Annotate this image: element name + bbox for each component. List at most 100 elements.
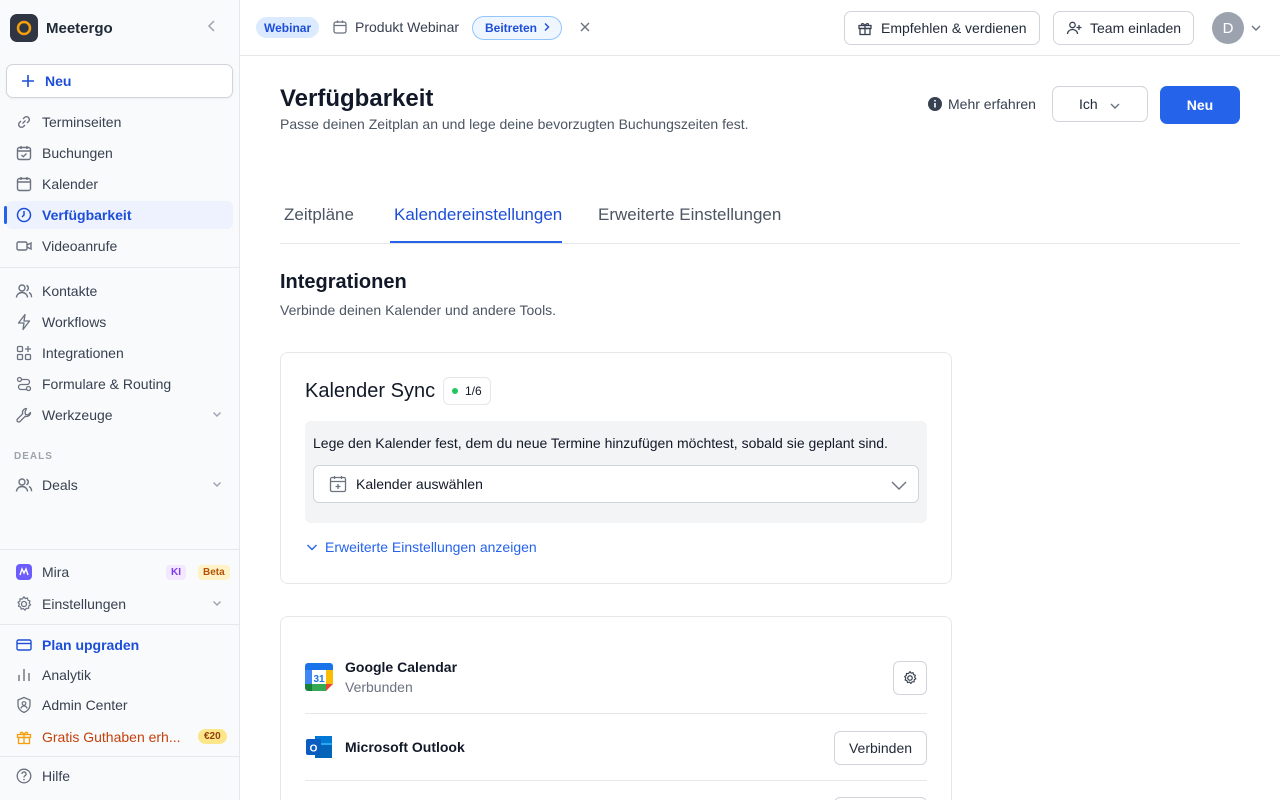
- owner-select[interactable]: Ich: [1052, 86, 1148, 122]
- sidebar-item-analytik[interactable]: Analytik: [6, 661, 233, 689]
- collapse-sidebar-icon[interactable]: [204, 18, 220, 37]
- status-dot: [452, 388, 458, 394]
- sidebar-item-gratis-guthaben[interactable]: Gratis Guthaben erh... €20: [6, 723, 233, 751]
- sidebar-item-einstellungen[interactable]: Einstellungen: [6, 590, 233, 618]
- sidebar-divider: [0, 267, 239, 268]
- bar-chart-icon: [14, 665, 34, 685]
- sidebar-item-label: Einstellungen: [42, 596, 127, 612]
- tab-kalendereinstellungen[interactable]: Kalendereinstellungen: [394, 205, 562, 225]
- users-icon: [14, 281, 34, 301]
- chevron-down-icon: [211, 596, 223, 612]
- sidebar-divider: [0, 624, 239, 625]
- more-info-label: Mehr erfahren: [948, 96, 1036, 112]
- sidebar-item-label: Formulare & Routing: [42, 376, 172, 392]
- wrench-icon: [14, 405, 34, 425]
- advanced-link-label: Erweiterte Einstellungen anzeigen: [325, 539, 537, 555]
- invite-team-label: Team einladen: [1090, 20, 1182, 36]
- row-divider: [305, 780, 927, 781]
- routing-icon: [14, 374, 34, 394]
- outlook-logo-text: O: [310, 744, 318, 755]
- sidebar-item-kalender[interactable]: Kalender: [6, 170, 233, 198]
- chevron-down-icon[interactable]: [1250, 21, 1262, 37]
- beta-badge: Beta: [198, 565, 230, 580]
- calendar-select[interactable]: Kalender auswählen: [313, 465, 919, 503]
- row-divider: [305, 713, 927, 714]
- credit-badge: €20: [198, 729, 227, 744]
- sidebar-item-verfuegbarkeit[interactable]: Verfügbarkeit: [4, 201, 233, 229]
- brand-name: Meetergo: [46, 19, 113, 37]
- topbar: Webinar Produkt Webinar Beitreten Empfeh…: [240, 0, 1280, 56]
- sidebar-item-label: Gratis Guthaben erh...: [42, 729, 181, 745]
- sidebar-item-label: Workflows: [42, 314, 107, 330]
- sidebar-item-plan-upgraden[interactable]: Plan upgraden: [6, 631, 233, 659]
- sidebar-item-label: Plan upgraden: [42, 637, 140, 653]
- refer-earn-button[interactable]: Empfehlen & verdienen: [844, 11, 1040, 45]
- calendar-select-value: Kalender auswählen: [356, 476, 483, 492]
- calendar-sync-title: Kalender Sync: [305, 380, 436, 402]
- invite-team-button[interactable]: Team einladen: [1053, 11, 1195, 45]
- connect-outlook-button[interactable]: Verbinden: [834, 731, 927, 765]
- calendar-check-icon: [14, 143, 34, 163]
- info-icon: [928, 97, 942, 111]
- sidebar-item-videoanrufe[interactable]: Videoanrufe: [6, 232, 233, 260]
- webinar-name: Produkt Webinar: [355, 19, 460, 35]
- calendar-icon: [332, 19, 348, 38]
- link-icon: [14, 112, 34, 132]
- tab-erweiterte-einstellungen[interactable]: Erweiterte Einstellungen: [598, 205, 781, 225]
- tab-zeitplaene[interactable]: Zeitpläne: [284, 205, 354, 225]
- microsoft-outlook-icon: O: [305, 733, 333, 764]
- sidebar-item-hilfe[interactable]: Hilfe: [6, 762, 233, 790]
- sidebar-item-label: Integrationen: [42, 345, 124, 361]
- sidebar-item-label: Mira: [42, 564, 70, 580]
- calendar-icon: [14, 174, 34, 194]
- sidebar-item-formulare-routing[interactable]: Formulare & Routing: [6, 370, 233, 398]
- join-webinar-button[interactable]: Beitreten: [472, 16, 563, 40]
- sidebar-item-werkzeuge[interactable]: Werkzeuge: [6, 401, 233, 429]
- sidebar-item-label: Deals: [42, 477, 78, 493]
- video-icon: [14, 236, 34, 256]
- chevron-down-icon: [305, 540, 319, 554]
- sidebar-item-kontakte[interactable]: Kontakte: [6, 277, 233, 305]
- tabs: Zeitpläne Kalendereinstellungen Erweiter…: [280, 196, 1240, 244]
- user-plus-icon: [1066, 20, 1082, 36]
- page-title: Verfügbarkeit: [280, 85, 434, 112]
- webinar-badge: Webinar: [256, 17, 320, 38]
- chevron-down-icon: [890, 476, 908, 497]
- show-advanced-settings-link[interactable]: Erweiterte Einstellungen anzeigen: [305, 539, 537, 555]
- brand[interactable]: Meetergo: [10, 13, 230, 43]
- sidebar-item-deals[interactable]: Deals: [6, 471, 233, 499]
- new-button[interactable]: Neu: [6, 64, 233, 98]
- join-label: Beitreten: [485, 21, 538, 35]
- meetergo-logo: [10, 14, 38, 42]
- refer-earn-label: Empfehlen & verdienen: [881, 20, 1027, 36]
- new-button-label: Neu: [45, 73, 72, 89]
- sidebar-item-integrationen[interactable]: Integrationen: [6, 339, 233, 367]
- close-icon[interactable]: [579, 20, 591, 36]
- google-calendar-settings-button[interactable]: [893, 661, 927, 695]
- integration-name: Google Calendar: [345, 659, 458, 675]
- integration-name: Microsoft Outlook: [345, 739, 465, 755]
- help-icon: [14, 766, 34, 786]
- sidebar-item-workflows[interactable]: Workflows: [6, 308, 233, 336]
- chevron-down-icon: [211, 407, 223, 423]
- new-schedule-button[interactable]: Neu: [1160, 86, 1240, 124]
- integrations-list-card: 31 Google Calendar Verbunden O Microsoft…: [280, 616, 952, 800]
- sidebar-item-label: Admin Center: [42, 697, 128, 713]
- sidebar-item-admin-center[interactable]: Admin Center: [6, 691, 233, 719]
- sidebar-item-mira[interactable]: Mira KI Beta: [6, 558, 233, 586]
- sidebar-divider: [0, 549, 239, 550]
- google-calendar-icon: 31: [305, 663, 333, 694]
- more-info-link[interactable]: Mehr erfahren: [928, 96, 1036, 112]
- sidebar-item-label: Videoanrufe: [42, 238, 118, 254]
- deals-section-label: DEALS: [14, 451, 53, 462]
- clock-icon: [14, 205, 34, 225]
- sidebar-item-buchungen[interactable]: Buchungen: [6, 139, 233, 167]
- sidebar-item-terminseiten[interactable]: Terminseiten: [6, 108, 233, 136]
- active-tab-indicator: [390, 241, 562, 243]
- section-title: Integrationen: [280, 271, 407, 293]
- sidebar-item-label: Kalender: [42, 176, 99, 192]
- calendar-plus-icon: [328, 474, 348, 494]
- avatar[interactable]: D: [1212, 12, 1244, 44]
- sidebar-item-label: Analytik: [42, 667, 92, 683]
- sidebar: Meetergo Neu Terminseiten Buchungen Kale…: [0, 0, 240, 800]
